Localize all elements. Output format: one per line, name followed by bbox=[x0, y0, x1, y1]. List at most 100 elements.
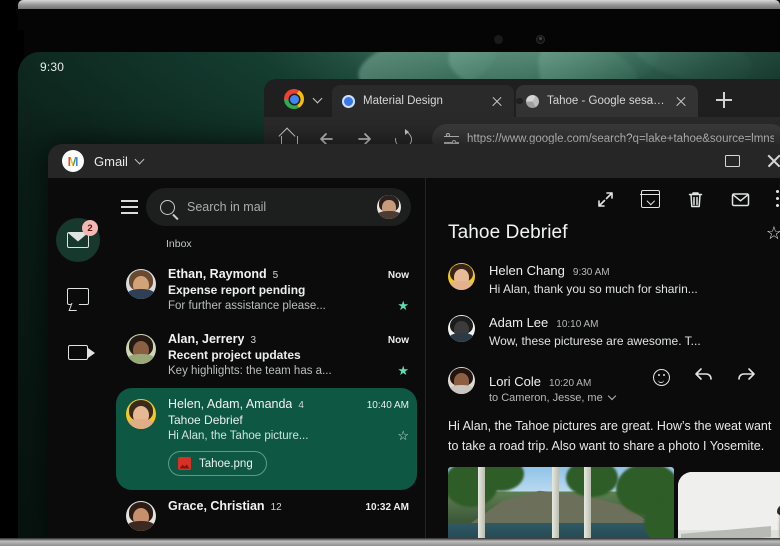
close-icon[interactable] bbox=[766, 153, 780, 169]
status-clock: 9:30 bbox=[40, 60, 65, 74]
gmail-app-name: Gmail bbox=[94, 153, 128, 169]
chevron-down-icon[interactable] bbox=[134, 154, 145, 164]
new-tab-button[interactable] bbox=[716, 92, 732, 108]
list-item[interactable]: Adam Lee 10:10 AM Wow, these picturese a… bbox=[448, 315, 780, 348]
reply-icon[interactable] bbox=[694, 367, 713, 388]
thread-subject: Tahoe Debrief bbox=[168, 413, 243, 427]
image-file-icon bbox=[178, 457, 191, 470]
recipients-text: to Cameron, Jesse, me bbox=[489, 392, 603, 404]
message-sender: Adam Lee bbox=[489, 315, 549, 330]
avatar bbox=[448, 315, 475, 342]
device-bezel-bottom bbox=[0, 538, 780, 546]
tab-title: Tahoe - Google sesarch bbox=[547, 95, 666, 107]
thread-snippet: Key highlights: the team has a... bbox=[168, 364, 332, 377]
table-row[interactable]: Grace, Christian 12 10:32 AM bbox=[116, 490, 417, 538]
gmail-window[interactable]: M Gmail 2 Search in mail Inbox Ethan, Ra… bbox=[48, 144, 780, 538]
message-sender: Lori Cole bbox=[489, 374, 542, 389]
browser-tab[interactable]: Tahoe - Google sesarch bbox=[516, 85, 698, 117]
list-item[interactable]: Lori Cole 10:20 AM to Cameron, Jesse, me bbox=[448, 367, 780, 404]
avatar bbox=[448, 367, 475, 394]
thread-subject: Recent project updates bbox=[168, 348, 301, 362]
hamburger-menu-icon[interactable] bbox=[112, 190, 146, 224]
message-time: 10:10 AM bbox=[556, 319, 599, 330]
account-avatar[interactable] bbox=[377, 195, 401, 219]
thread-time: 10:40 AM bbox=[366, 400, 409, 411]
message-attachment-image[interactable] bbox=[448, 466, 674, 538]
chrome-icon bbox=[526, 94, 539, 108]
forward-icon[interactable] bbox=[737, 367, 756, 388]
page-title: Tahoe Debrief bbox=[448, 222, 568, 243]
avatar bbox=[126, 501, 156, 531]
camera-lens-icon bbox=[536, 35, 545, 44]
message-time: 10:20 AM bbox=[549, 378, 592, 389]
avatar bbox=[126, 269, 156, 299]
gmail-body: 2 Search in mail Inbox Ethan, Raymond 5 … bbox=[48, 178, 780, 538]
thread-sender: Ethan, Raymond bbox=[168, 267, 267, 281]
thread-snippet: For further assistance please... bbox=[168, 299, 326, 312]
star-outline-icon[interactable]: ☆ bbox=[766, 224, 780, 242]
video-camera-icon bbox=[68, 344, 95, 360]
thread-time: Now bbox=[387, 270, 409, 281]
reading-pane-toolbar bbox=[448, 178, 780, 220]
message-body: Hi Alan, the Tahoe pictures are great. H… bbox=[448, 419, 772, 454]
thread-list: Ethan, Raymond 5 Now Expense report pend… bbox=[108, 258, 425, 538]
table-row[interactable]: Ethan, Raymond 5 Now Expense report pend… bbox=[116, 258, 417, 323]
star-icon[interactable]: ★ bbox=[397, 364, 409, 377]
thread-list-column: Search in mail Inbox Ethan, Raymond 5 No… bbox=[108, 178, 426, 538]
material-icon bbox=[342, 94, 355, 108]
message-preview: Hi Alan, thank you so much for sharin... bbox=[489, 282, 698, 296]
avatar bbox=[448, 263, 475, 290]
camera-sensor-icon bbox=[494, 35, 503, 44]
rail-item-mail[interactable]: 2 bbox=[48, 212, 108, 268]
table-row[interactable]: Alan, Jerrery 3 Now Recent project updat… bbox=[116, 323, 417, 388]
thread-time: 10:32 AM bbox=[365, 502, 409, 513]
emoji-react-icon[interactable] bbox=[653, 369, 670, 386]
search-input[interactable]: Search in mail bbox=[146, 188, 411, 226]
reading-pane: Tahoe Debrief ☆ Helen Chang 9:30 AM Hi A… bbox=[426, 178, 780, 538]
thread-sender: Alan, Jerrery bbox=[168, 332, 245, 346]
message-recipients[interactable]: to Cameron, Jesse, me bbox=[489, 391, 780, 404]
chevron-down-icon[interactable] bbox=[607, 391, 616, 401]
table-row[interactable]: Helen, Adam, Amanda 4 10:40 AM Tahoe Deb… bbox=[116, 388, 417, 490]
avatar bbox=[126, 334, 156, 364]
star-icon[interactable]: ★ bbox=[397, 299, 409, 312]
thread-count: 3 bbox=[250, 335, 256, 346]
chevron-down-icon[interactable] bbox=[312, 93, 323, 104]
video-call-pip[interactable] bbox=[678, 472, 780, 538]
star-icon[interactable]: ☆ bbox=[397, 429, 409, 442]
window-controls bbox=[725, 153, 780, 169]
search-placeholder: Search in mail bbox=[187, 200, 267, 214]
rail-item-meet[interactable] bbox=[48, 324, 108, 380]
list-item[interactable]: Helen Chang 9:30 AM Hi Alan, thank you s… bbox=[448, 263, 780, 296]
chrome-tabstrip: Material Design Tahoe - Google sesarch bbox=[264, 79, 780, 117]
thread-subject: Expense report pending bbox=[168, 283, 306, 297]
attachment-name: Tahoe.png bbox=[199, 457, 253, 470]
mark-unread-icon[interactable] bbox=[731, 190, 750, 209]
thread-sender: Grace, Christian bbox=[168, 499, 265, 513]
thread-sender: Helen, Adam, Amanda bbox=[168, 397, 293, 411]
delete-icon[interactable] bbox=[686, 190, 705, 209]
close-tab-icon[interactable] bbox=[490, 94, 504, 108]
message-sender: Helen Chang bbox=[489, 263, 565, 278]
browser-tab[interactable]: Material Design bbox=[332, 85, 514, 117]
thread-snippet: Hi Alan, the Tahoe picture... bbox=[168, 429, 309, 442]
avatar bbox=[126, 399, 156, 429]
thread-count: 12 bbox=[270, 502, 282, 513]
rail-item-chat[interactable] bbox=[48, 268, 108, 324]
expand-icon[interactable] bbox=[596, 190, 615, 209]
archive-icon[interactable] bbox=[640, 190, 660, 208]
unread-badge: 2 bbox=[82, 220, 98, 236]
thread-count: 4 bbox=[298, 400, 304, 411]
gmail-logo: M bbox=[62, 150, 84, 172]
maximize-icon[interactable] bbox=[725, 155, 740, 167]
thread-count: 5 bbox=[272, 270, 279, 281]
search-row: Search in mail bbox=[108, 178, 425, 236]
gmail-titlebar: M Gmail bbox=[48, 144, 780, 178]
thread-time: Now bbox=[387, 335, 409, 346]
close-tab-icon[interactable] bbox=[674, 94, 688, 108]
more-options-icon[interactable] bbox=[776, 190, 780, 208]
screenshot-root: 9:30 Material Design Tahoe - Google sesa… bbox=[0, 0, 780, 546]
folder-label: Inbox bbox=[166, 238, 192, 250]
attachment-chip[interactable]: Tahoe.png bbox=[168, 451, 267, 476]
tab-title: Material Design bbox=[363, 95, 443, 107]
